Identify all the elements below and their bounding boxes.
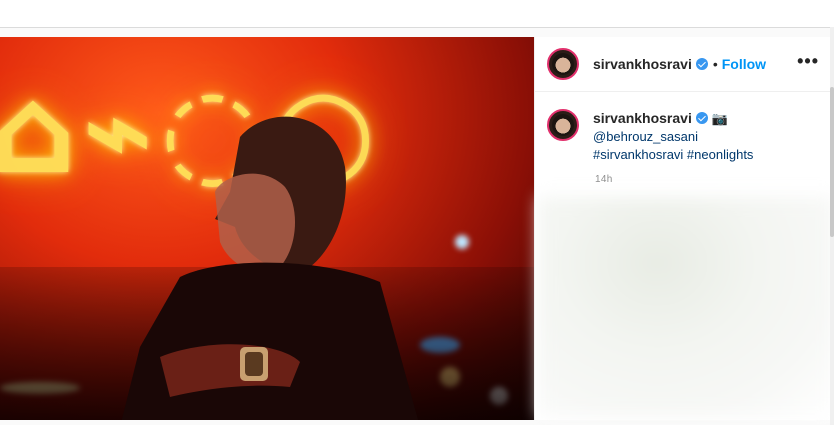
post-sidebar: sirvankhosravi • Follow ••• sirvankhosra… <box>534 37 834 420</box>
camera-icon: 📷 <box>711 111 728 126</box>
verified-badge-icon <box>695 58 708 70</box>
caption-text: sirvankhosravi 📷 @behrouz_sasani #sirvan… <box>593 109 753 164</box>
separator-dot: • <box>712 56 718 72</box>
scrollbar[interactable] <box>830 27 834 425</box>
avatar[interactable] <box>547 48 579 80</box>
caption-avatar[interactable] <box>547 109 579 141</box>
post-image[interactable]: ⌂⌁◌○ <box>0 37 534 420</box>
post-time: 14h <box>595 174 613 185</box>
caption-verified-badge-icon <box>695 112 708 124</box>
header-username[interactable]: sirvankhosravi <box>593 56 692 72</box>
top-bar <box>0 0 834 28</box>
caption: sirvankhosravi 📷 @behrouz_sasani #sirvan… <box>547 109 823 164</box>
scrollbar-thumb[interactable] <box>830 87 834 237</box>
man-portrait-graphic <box>121 116 419 420</box>
more-options-icon[interactable]: ••• <box>797 51 819 72</box>
blurred-comments-area <box>539 197 834 417</box>
post-header: sirvankhosravi • Follow ••• <box>535 37 834 92</box>
hashtag-links[interactable]: #sirvankhosravi #neonlights <box>593 146 753 164</box>
caption-username[interactable]: sirvankhosravi <box>593 110 692 126</box>
follow-button[interactable]: Follow <box>722 56 766 72</box>
mention-link[interactable]: @behrouz_sasani <box>593 128 753 146</box>
